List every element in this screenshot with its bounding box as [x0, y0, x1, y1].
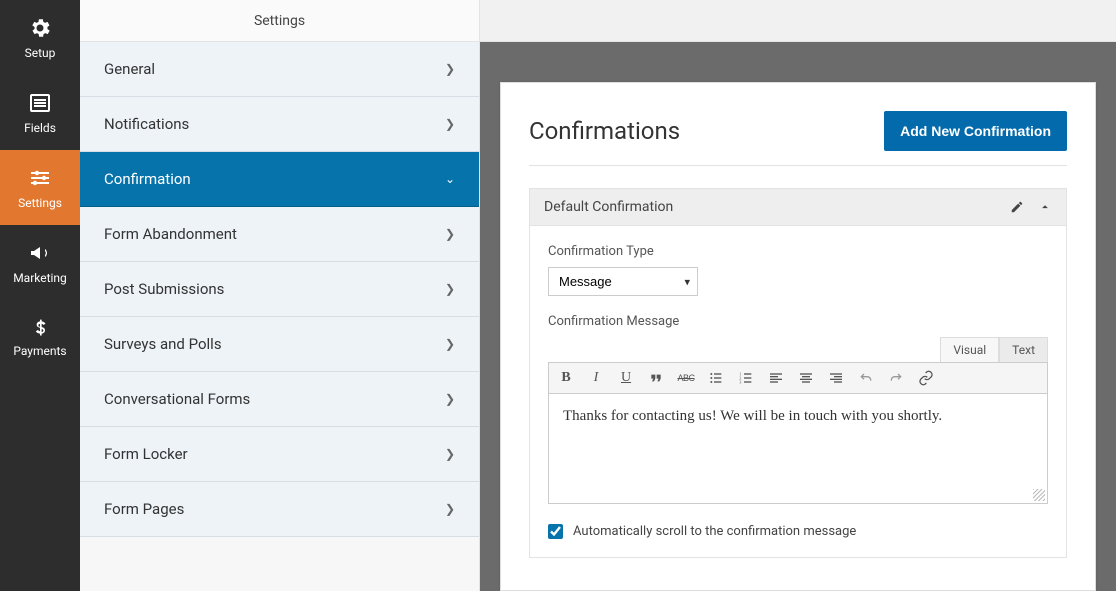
- dollar-icon: [30, 318, 50, 338]
- rail-label: Settings: [18, 196, 62, 210]
- menu-item-notifications[interactable]: Notifications ❯: [80, 97, 479, 152]
- card-header: Default Confirmation: [530, 189, 1066, 226]
- rail-label: Fields: [24, 121, 56, 135]
- chevron-right-icon: ❯: [445, 62, 455, 76]
- confirmations-panel: Confirmations Add New Confirmation Defau…: [500, 82, 1096, 591]
- app-root: Setup Fields Settings Marketing Payments…: [0, 0, 1116, 591]
- chevron-down-icon: ⌄: [445, 172, 455, 186]
- editor-textarea[interactable]: Thanks for contacting us! We will be in …: [548, 394, 1048, 504]
- chevron-right-icon: ❯: [445, 392, 455, 406]
- bold-icon[interactable]: B: [557, 369, 575, 387]
- menu-label: Form Pages: [104, 500, 184, 518]
- menu-label: Post Submissions: [104, 280, 224, 298]
- quote-icon[interactable]: [647, 369, 665, 387]
- rail-item-fields[interactable]: Fields: [0, 75, 80, 150]
- confirmation-type-select-wrap: Message: [548, 267, 698, 296]
- pencil-icon[interactable]: [1010, 200, 1024, 214]
- menu-label: Confirmation: [104, 170, 191, 188]
- bullet-list-icon[interactable]: [707, 369, 725, 387]
- list-icon: [28, 91, 52, 115]
- rail-item-setup[interactable]: Setup: [0, 0, 80, 75]
- rail-label: Payments: [13, 344, 66, 358]
- menu-label: Conversational Forms: [104, 390, 250, 408]
- editor-tab-text[interactable]: Text: [999, 337, 1048, 362]
- menu-item-surveys-polls[interactable]: Surveys and Polls ❯: [80, 317, 479, 372]
- auto-scroll-label: Automatically scroll to the confirmation…: [573, 524, 856, 539]
- editor: Visual Text B I U ABC 123: [548, 337, 1048, 504]
- chevron-right-icon: ❯: [445, 282, 455, 296]
- menu-label: Surveys and Polls: [104, 335, 222, 353]
- resize-grip-icon[interactable]: [1033, 489, 1045, 501]
- rail-item-settings[interactable]: Settings: [0, 150, 80, 225]
- canvas: Confirmations Add New Confirmation Defau…: [480, 42, 1116, 591]
- menu-label: Notifications: [104, 115, 189, 133]
- left-rail: Setup Fields Settings Marketing Payments: [0, 0, 80, 591]
- menu-item-form-locker[interactable]: Form Locker ❯: [80, 427, 479, 482]
- confirmation-type-label: Confirmation Type: [548, 244, 1048, 259]
- chevron-right-icon: ❯: [445, 502, 455, 516]
- menu-item-general[interactable]: General ❯: [80, 42, 479, 97]
- chevron-up-icon[interactable]: [1038, 200, 1052, 214]
- align-left-icon[interactable]: [767, 369, 785, 387]
- add-new-confirmation-button[interactable]: Add New Confirmation: [884, 111, 1067, 151]
- chevron-right-icon: ❯: [445, 447, 455, 461]
- auto-scroll-checkbox[interactable]: [548, 524, 563, 539]
- rail-label: Marketing: [13, 271, 67, 285]
- editor-content: Thanks for contacting us! We will be in …: [563, 408, 942, 424]
- rail-item-marketing[interactable]: Marketing: [0, 225, 80, 300]
- editor-toolbar: B I U ABC 123: [548, 362, 1048, 394]
- menu-label: General: [104, 60, 155, 78]
- settings-sidebar: Settings General ❯ Notifications ❯ Confirm…: [80, 0, 480, 591]
- auto-scroll-row: Automatically scroll to the confirmation…: [548, 524, 1048, 539]
- card-body: Confirmation Type Message Confirmation M…: [530, 226, 1066, 557]
- confirmation-card: Default Confirmation Confirmation Type M…: [529, 188, 1067, 558]
- undo-icon[interactable]: [857, 369, 875, 387]
- menu-label: Form Locker: [104, 445, 188, 463]
- bullhorn-icon: [28, 241, 52, 265]
- sliders-icon: [28, 166, 52, 190]
- content-header-strip: [480, 0, 1116, 42]
- card-header-actions: [1010, 200, 1052, 214]
- menu-item-confirmation[interactable]: Confirmation ⌄: [80, 152, 479, 207]
- editor-tab-visual[interactable]: Visual: [940, 337, 999, 362]
- chevron-right-icon: ❯: [445, 337, 455, 351]
- underline-icon[interactable]: U: [617, 369, 635, 387]
- link-icon[interactable]: [917, 369, 935, 387]
- strikethrough-icon[interactable]: ABC: [677, 369, 695, 387]
- menu-item-form-pages[interactable]: Form Pages ❯: [80, 482, 479, 537]
- card-title: Default Confirmation: [544, 199, 673, 215]
- svg-text:3: 3: [739, 379, 741, 384]
- menu-item-form-abandonment[interactable]: Form Abandonment ❯: [80, 207, 479, 262]
- italic-icon[interactable]: I: [587, 369, 605, 387]
- align-right-icon[interactable]: [827, 369, 845, 387]
- rail-label: Setup: [25, 46, 56, 60]
- settings-menu: General ❯ Notifications ❯ Confirmation ⌄ Fo…: [80, 42, 479, 591]
- confirmation-message-label: Confirmation Message: [548, 314, 1048, 329]
- settings-header: Settings: [80, 0, 479, 42]
- panel-head: Confirmations Add New Confirmation: [529, 111, 1067, 151]
- chevron-right-icon: ❯: [445, 117, 455, 131]
- rail-item-payments[interactable]: Payments: [0, 300, 80, 375]
- menu-item-post-submissions[interactable]: Post Submissions ❯: [80, 262, 479, 317]
- menu-item-conversational-forms[interactable]: Conversational Forms ❯: [80, 372, 479, 427]
- content-area: Confirmations Add New Confirmation Defau…: [480, 0, 1116, 591]
- divider: [529, 165, 1067, 166]
- confirmation-type-select[interactable]: Message: [548, 267, 698, 296]
- redo-icon[interactable]: [887, 369, 905, 387]
- panel-title: Confirmations: [529, 117, 680, 145]
- ordered-list-icon[interactable]: 123: [737, 369, 755, 387]
- gear-icon: [28, 16, 52, 40]
- align-center-icon[interactable]: [797, 369, 815, 387]
- editor-tabs: Visual Text: [548, 337, 1048, 362]
- chevron-right-icon: ❯: [445, 227, 455, 241]
- menu-label: Form Abandonment: [104, 225, 237, 243]
